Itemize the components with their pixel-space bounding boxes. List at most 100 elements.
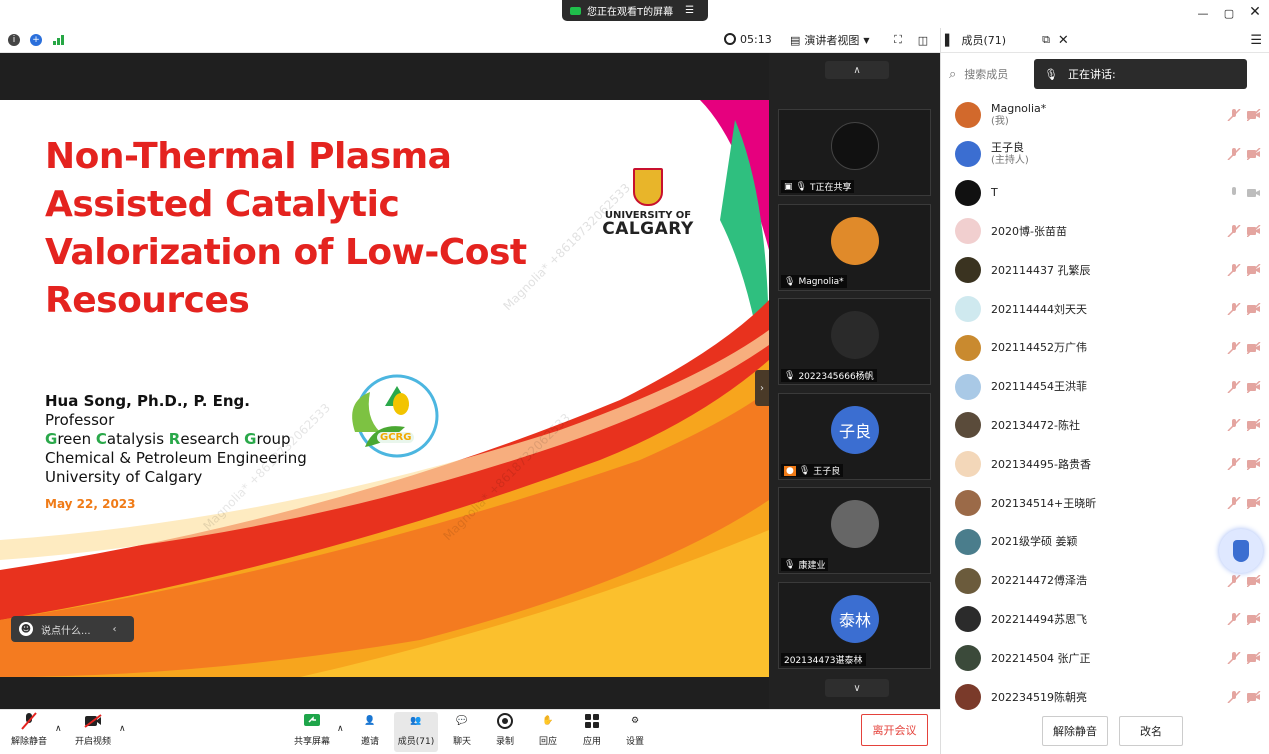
mic-muted-icon[interactable] — [1227, 691, 1241, 703]
gallery-tile[interactable]: 泰林 202134473谌泰林 — [778, 582, 931, 669]
video-icon[interactable] — [1247, 187, 1261, 199]
member-row[interactable]: 202114454王洪菲 — [955, 372, 1261, 402]
close-panel-icon[interactable]: ✕ — [1058, 33, 1069, 48]
collapse-gallery-button[interactable]: › — [755, 370, 769, 406]
mic-muted-icon[interactable] — [1227, 458, 1241, 471]
mic-muted-icon[interactable] — [1227, 225, 1241, 238]
gallery-tile[interactable]: 子良 ● 🎙 王子良 — [778, 393, 931, 480]
video-off-icon[interactable] — [1247, 264, 1261, 277]
video-off-icon[interactable] — [1247, 303, 1261, 315]
info-icon[interactable]: i — [8, 34, 20, 46]
chevron-up-icon[interactable]: ∧ — [55, 724, 62, 734]
video-off-icon[interactable] — [1247, 419, 1261, 432]
member-row[interactable]: Magnolia* (我) — [955, 100, 1261, 130]
member-row[interactable]: 202134472-陈社 — [955, 410, 1261, 440]
unmute-button[interactable]: 解除静音 — [7, 712, 51, 752]
settings-button[interactable]: ⚙ 设置 — [613, 712, 657, 752]
video-off-icon[interactable] — [1247, 109, 1261, 121]
video-off-icon[interactable] — [1247, 458, 1261, 471]
menu-icon[interactable]: ☰ — [1250, 33, 1262, 48]
member-row[interactable]: 202114444刘天天 — [955, 294, 1261, 324]
gallery-down-button[interactable]: ∨ — [825, 679, 889, 697]
member-name: 202134472-陈社 — [991, 418, 1080, 432]
author-position: Professor — [45, 411, 115, 429]
member-row[interactable]: 王子良 (主持人) — [955, 139, 1261, 169]
member-row[interactable]: 202214494苏思飞 — [955, 604, 1261, 634]
mic-muted-icon[interactable] — [1227, 613, 1241, 626]
fullscreen-icon[interactable]: ⛶ — [891, 33, 905, 47]
avatar — [955, 102, 981, 128]
gallery-tile[interactable]: 🎙 康建业 — [778, 487, 931, 574]
mic-muted-icon[interactable] — [1227, 497, 1241, 509]
mic-muted-icon[interactable] — [1227, 264, 1241, 277]
view-mode-dropdown[interactable]: ▤ 演讲者视图 ▼ — [790, 32, 870, 48]
minimize-icon[interactable]: — — [1196, 6, 1210, 20]
floating-assist-button[interactable] — [1219, 529, 1263, 573]
mic-muted-icon[interactable] — [1227, 652, 1241, 665]
video-off-icon[interactable] — [1247, 225, 1261, 238]
member-row[interactable]: 202114437 孔繁辰 — [955, 255, 1261, 285]
gallery-tile[interactable]: ▣ 🎙 T正在共享 — [778, 109, 931, 196]
chevron-up-icon[interactable]: ∧ — [119, 724, 126, 734]
video-off-icon[interactable] — [1247, 652, 1261, 665]
video-off-icon[interactable] — [1247, 613, 1261, 626]
member-row[interactable]: 2021级学硕 姜颖 — [955, 527, 1255, 557]
maximize-icon[interactable]: ▢ — [1222, 6, 1236, 20]
video-off-icon[interactable] — [1247, 574, 1261, 587]
share-banner[interactable]: 您正在观看T的屏幕 ☰ — [562, 0, 708, 21]
mic-muted-icon[interactable] — [1227, 303, 1241, 315]
leave-meeting-button[interactable]: 离开会议 — [861, 714, 928, 746]
reaction-button[interactable]: ✋ 回应 — [526, 712, 570, 752]
mic-muted-icon[interactable] — [1227, 574, 1241, 587]
gallery-tile[interactable]: 🎙 2022345666杨帆 — [778, 298, 931, 385]
video-off-icon[interactable] — [1247, 341, 1261, 354]
rename-button[interactable]: 改名 — [1119, 716, 1183, 746]
sidebar-toggle-icon[interactable]: ◫ — [916, 33, 930, 47]
shared-slide: Non-Thermal Plasma Assisted Catalytic Va… — [0, 100, 769, 677]
member-row[interactable]: 2020博-张苗苗 — [955, 216, 1261, 246]
member-row[interactable]: 202214504 张广正 — [955, 643, 1261, 673]
chat-button[interactable]: 💬 聊天 — [440, 712, 484, 752]
member-row[interactable]: T — [955, 178, 1260, 208]
avatar — [955, 684, 981, 710]
member-row[interactable]: 202134514+王晓昕 — [955, 488, 1261, 518]
member-name-block: 202214472傅泽浩 — [991, 574, 1087, 587]
slide-title-line: Resources — [45, 280, 250, 321]
shield-icon[interactable]: + — [30, 34, 42, 46]
members-button[interactable]: 👥 成员(71) — [394, 712, 438, 752]
mic-muted-icon[interactable] — [1227, 419, 1241, 432]
member-search[interactable]: ⌕ 搜索成员 — [949, 59, 1029, 89]
gallery-up-button[interactable]: ∧ — [825, 61, 889, 79]
mic-muted-icon[interactable] — [1227, 109, 1241, 121]
mic-muted-icon[interactable] — [1227, 341, 1241, 354]
video-off-icon[interactable] — [1247, 147, 1261, 160]
signal-icon[interactable] — [52, 34, 66, 46]
video-button[interactable]: 开启视频 — [71, 712, 115, 752]
record-button[interactable]: 录制 — [483, 712, 527, 752]
menu-icon[interactable]: ☰ — [685, 5, 694, 16]
invite-button[interactable]: 👤 邀请 — [348, 712, 392, 752]
chevron-left-icon[interactable]: ‹ — [113, 624, 117, 635]
avatar — [955, 218, 981, 245]
screen-share-icon: ▣ — [784, 181, 793, 192]
video-off-icon[interactable] — [1247, 691, 1261, 703]
mic-muted-icon[interactable] — [1227, 380, 1241, 393]
member-row[interactable]: 202214472傅泽浩 — [955, 566, 1261, 596]
video-off-icon[interactable] — [1247, 380, 1261, 393]
chat-input-button[interactable]: ☻ 说点什么... ‹ — [11, 616, 134, 642]
member-row[interactable]: 202114452万广伟 — [955, 333, 1261, 363]
apps-button[interactable]: 应用 — [570, 712, 614, 752]
member-row[interactable]: 202134495-路贵香 — [955, 449, 1261, 479]
popout-icon[interactable]: ⧉ — [1042, 33, 1050, 47]
close-icon[interactable]: ✕ — [1248, 4, 1262, 20]
mic-icon[interactable] — [1227, 186, 1241, 199]
chevron-up-icon[interactable]: ∧ — [337, 724, 344, 734]
reaction-icon: ✋ — [542, 716, 554, 726]
share-screen-button[interactable]: 共享屏幕 — [290, 712, 334, 752]
unmute-all-button[interactable]: 解除静音 — [1042, 716, 1108, 746]
gallery-tile[interactable]: 🎙 Magnolia* — [778, 204, 931, 291]
members-tab[interactable]: 成员(71) — [961, 32, 1006, 48]
video-off-icon[interactable] — [1247, 497, 1261, 509]
member-row[interactable]: 202234519陈朝亮 — [955, 682, 1261, 712]
mic-muted-icon[interactable] — [1227, 147, 1241, 160]
